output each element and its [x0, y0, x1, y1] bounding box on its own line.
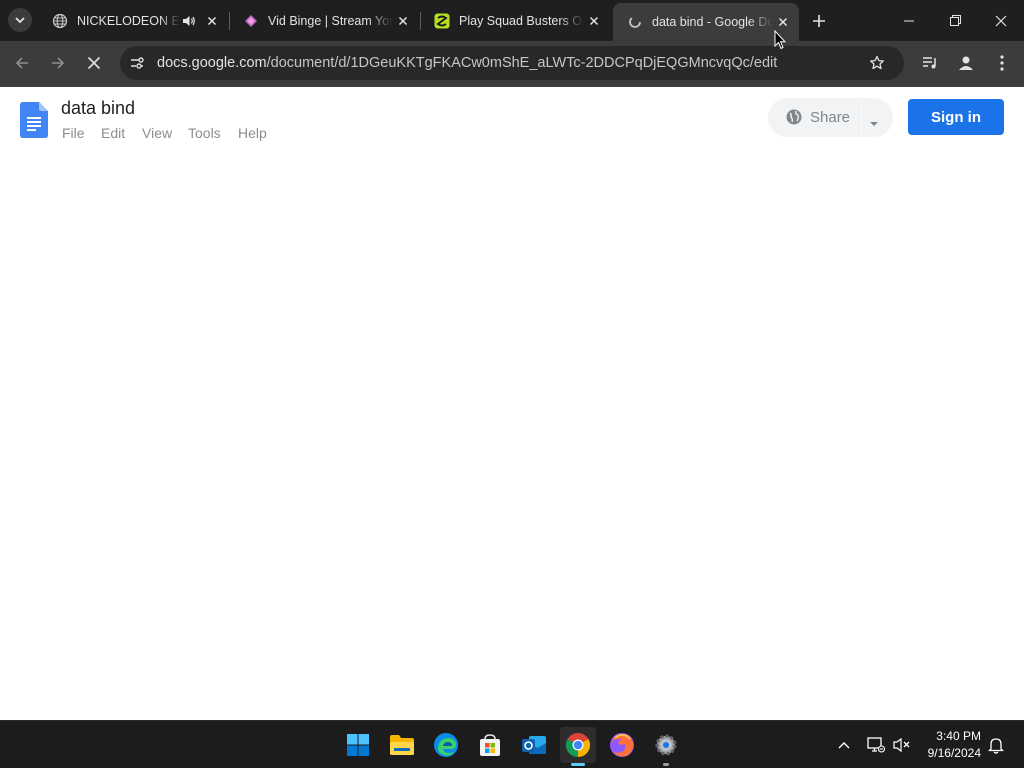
running-app-indicator	[663, 763, 669, 766]
outlook-icon[interactable]	[516, 727, 552, 763]
speaker-icon[interactable]	[180, 12, 198, 30]
active-app-indicator	[571, 763, 585, 766]
close-tab-icon[interactable]	[393, 11, 413, 31]
minimize-button[interactable]	[886, 0, 932, 41]
new-tab-button[interactable]	[806, 8, 832, 34]
clock-time[interactable]: 3:40 PM	[901, 729, 981, 743]
browser-tab-active[interactable]: data bind - Google Do	[613, 3, 799, 41]
tab-title: data bind - Google Do	[652, 15, 773, 29]
file-explorer-icon[interactable]	[384, 727, 420, 763]
url-path: /document/d/1DGeuKKTgFKACw0mShE_aLWTc-2D…	[266, 55, 778, 71]
media-controls-button[interactable]	[916, 49, 944, 77]
vidbinge-icon	[243, 13, 259, 29]
browser-tab[interactable]: Play Squad Busters On	[420, 0, 610, 41]
loading-icon	[627, 14, 643, 30]
show-hidden-icons-button[interactable]	[834, 735, 854, 755]
settings-icon[interactable]	[648, 727, 684, 763]
tab-search-button[interactable]	[8, 8, 32, 32]
menu-tools[interactable]: Tools	[188, 125, 221, 141]
close-tab-icon[interactable]	[584, 11, 604, 31]
close-tab-icon[interactable]	[202, 11, 222, 31]
forward-button[interactable]	[44, 49, 72, 77]
close-icon	[995, 15, 1007, 26]
close-tab-icon[interactable]	[773, 12, 793, 32]
browser-tab[interactable]: Vid Binge | Stream You	[229, 0, 419, 41]
minimize-icon	[904, 20, 914, 21]
menu-file[interactable]: File	[62, 125, 85, 141]
chrome-icon[interactable]	[560, 727, 596, 763]
tab-title: Play Squad Busters On	[459, 13, 584, 28]
clock-date[interactable]: 9/16/2024	[901, 746, 981, 760]
sign-in-button[interactable]: Sign in	[908, 99, 1004, 135]
media-queue-icon	[923, 57, 936, 69]
back-button[interactable]	[8, 49, 36, 77]
profile-button[interactable]	[952, 49, 980, 77]
taskbar: 3:40 PM 9/16/2024	[0, 720, 1024, 768]
url-text: docs.google.com/document/d/1DGeuKKTgFKAC…	[157, 55, 777, 71]
tab-title: Vid Binge | Stream You	[268, 13, 393, 28]
google-docs-icon	[20, 102, 48, 138]
browser-tab[interactable]: NICKELODEON EA	[38, 0, 228, 41]
profile-icon	[959, 56, 973, 70]
chevron-down-icon	[15, 17, 25, 24]
url-host: docs.google.com	[157, 55, 267, 71]
document-title[interactable]: data bind	[61, 98, 135, 119]
mouse-cursor	[774, 29, 787, 50]
arrow-right-icon	[52, 57, 65, 69]
chrome-menu-button[interactable]	[988, 49, 1016, 77]
stop-loading-button[interactable]	[80, 49, 108, 77]
tab-strip: NICKELODEON EA Vid Binge | Stream You Pl…	[0, 0, 1024, 41]
restore-button[interactable]	[932, 0, 978, 41]
menu-edit[interactable]: Edit	[101, 125, 125, 141]
share-divider	[861, 98, 862, 137]
stop-icon	[87, 56, 101, 70]
site-info-icon[interactable]	[128, 54, 146, 72]
store-icon[interactable]	[472, 727, 508, 763]
edge-icon[interactable]	[428, 727, 464, 763]
bookmark-star-icon[interactable]	[868, 54, 886, 72]
chevron-up-icon	[838, 742, 850, 749]
close-window-button[interactable]	[978, 0, 1024, 41]
share-label: Share	[810, 109, 851, 126]
globe-icon	[786, 109, 802, 125]
arrow-left-icon	[15, 57, 28, 69]
plus-icon	[813, 15, 825, 27]
docs-logo[interactable]	[20, 102, 48, 138]
notification-bell-icon[interactable]	[986, 735, 1006, 755]
address-bar[interactable]: docs.google.com/document/d/1DGeuKKTgFKAC…	[120, 46, 904, 80]
menu-view[interactable]: View	[142, 125, 172, 141]
restore-icon	[949, 15, 961, 26]
squad-busters-icon	[434, 13, 450, 29]
kebab-menu-icon	[1000, 55, 1004, 71]
browser-toolbar: docs.google.com/document/d/1DGeuKKTgFKAC…	[0, 41, 1024, 87]
start-icon[interactable]	[340, 727, 376, 763]
globe-icon	[52, 13, 68, 29]
firefox-icon[interactable]	[604, 727, 640, 763]
share-button[interactable]: Share	[768, 98, 893, 137]
network-icon[interactable]	[866, 735, 886, 755]
caret-down-icon[interactable]	[869, 114, 879, 126]
menu-help[interactable]: Help	[238, 125, 267, 141]
tab-title: NICKELODEON EA	[77, 13, 180, 28]
